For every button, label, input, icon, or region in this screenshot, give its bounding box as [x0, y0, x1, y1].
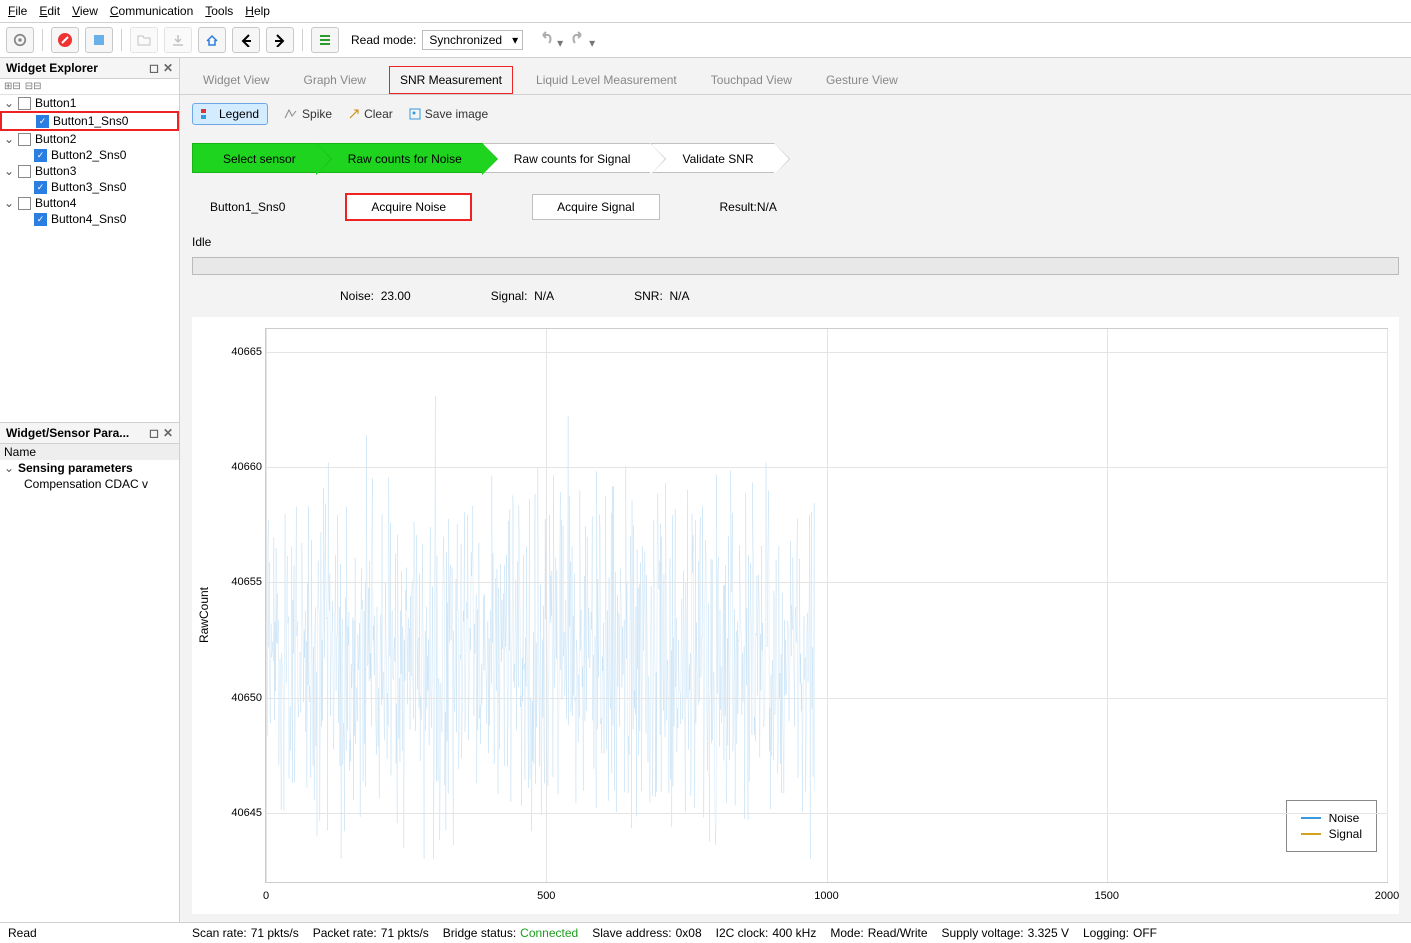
tree-item[interactable]: ⌄Button1 — [0, 95, 179, 111]
menu-view[interactable]: View — [72, 4, 98, 18]
undo-icon[interactable]: ▾ — [535, 31, 563, 50]
panel-close-icon[interactable]: ✕ — [163, 61, 173, 75]
import-arrow-icon[interactable] — [232, 27, 260, 53]
view-tabs: Widget View Graph View SNR Measurement Liqu… — [180, 58, 1411, 95]
tab-gesture-view[interactable]: Gesture View — [815, 66, 909, 94]
acquire-signal-button[interactable]: Acquire Signal — [532, 194, 659, 220]
settings-gear-icon[interactable] — [6, 27, 34, 53]
main-content: Widget View Graph View SNR Measurement Liqu… — [180, 58, 1411, 922]
grid-row[interactable]: Compensation CDAC v — [0, 476, 179, 492]
tab-graph-view[interactable]: Graph View — [292, 66, 376, 94]
grid-group[interactable]: ⌄Sensing parameters — [0, 460, 179, 476]
collapse-all-icon[interactable]: ⊟⊟ — [25, 81, 42, 92]
wizard-steps: Select sensorRaw counts for NoiseRaw cou… — [180, 133, 1411, 183]
export-arrow-icon[interactable] — [266, 27, 294, 53]
download-icon[interactable] — [164, 27, 192, 53]
menu-help[interactable]: Help — [245, 4, 270, 18]
wizard-step[interactable]: Validate SNR — [651, 143, 774, 173]
panel-pin-icon[interactable]: ◻ — [149, 61, 159, 75]
chart-toolbar: Legend Spike Clear Save image — [180, 95, 1411, 133]
sensor-params-grid[interactable]: Name ⌄Sensing parameters Compensation CD… — [0, 444, 179, 922]
slave-address: Slave address:0x08 — [592, 926, 701, 940]
bridge-status: Bridge status:Connected — [443, 926, 578, 940]
tab-snr-measurement[interactable]: SNR Measurement — [389, 66, 513, 94]
folder-open-icon[interactable] — [130, 27, 158, 53]
clear-button[interactable]: Clear — [348, 107, 393, 121]
tree-item-child[interactable]: ✓Button3_Sns0 — [0, 179, 179, 195]
widget-tree[interactable]: ⌄Button1✓Button1_Sns0⌄Button2✓Button2_Sn… — [0, 95, 179, 423]
expand-all-icon[interactable]: ⊞⊟ — [4, 81, 21, 92]
tree-item[interactable]: ⌄Button2 — [0, 131, 179, 147]
status-text: Idle — [180, 231, 1411, 253]
chart-area: RawCount Noise Signal 406454065040655406… — [192, 317, 1399, 914]
grid-header: Name — [0, 444, 179, 460]
logging: Logging:OFF — [1083, 926, 1157, 940]
wizard-step[interactable]: Raw counts for Noise — [317, 143, 483, 173]
metrics-row: Noise: 23.00 Signal: N/A SNR: N/A — [180, 279, 1411, 313]
widget-explorer-header: Widget Explorer ◻✕ — [0, 58, 179, 79]
i2c-clock: I2C clock:400 kHz — [716, 926, 817, 940]
spike-toggle[interactable]: Spike — [284, 107, 332, 121]
readmode-label: Read mode: — [351, 33, 416, 47]
scan-rate: Scan rate:71 pkts/s — [192, 926, 299, 940]
mode: Mode:Read/Write — [830, 926, 927, 940]
progress-bar — [192, 257, 1399, 275]
supply-voltage: Supply voltage:3.325 V — [942, 926, 1069, 940]
tree-item[interactable]: ⌄Button4 — [0, 195, 179, 211]
menu-file[interactable]: File — [8, 4, 27, 18]
panel-pin-icon[interactable]: ◻ — [149, 426, 159, 440]
menu-tools[interactable]: Tools — [205, 4, 233, 18]
panel-close-icon[interactable]: ✕ — [163, 426, 173, 440]
list-view-icon[interactable] — [311, 27, 339, 53]
plot[interactable]: Noise Signal 406454065040655406604066505… — [265, 328, 1388, 883]
left-sidebar: Widget Explorer ◻✕ ⊞⊟⊟⊟ ⌄Button1✓Button1… — [0, 58, 180, 922]
record-icon[interactable] — [85, 27, 113, 53]
sensor-params-header: Widget/Sensor Para... ◻✕ — [0, 423, 179, 444]
packet-rate: Packet rate:71 pkts/s — [313, 926, 429, 940]
stop-icon[interactable] — [51, 27, 79, 53]
wizard-step[interactable]: Raw counts for Signal — [483, 143, 652, 173]
home-up-icon[interactable] — [198, 27, 226, 53]
tab-widget-view[interactable]: Widget View — [192, 66, 280, 94]
result-text: Result:N/A — [720, 200, 777, 214]
menu-communication[interactable]: Communication — [110, 4, 193, 18]
tree-item-child[interactable]: ✓Button4_Sns0 — [0, 211, 179, 227]
chart-legend: Noise Signal — [1286, 800, 1377, 852]
tab-liquid-level-measurement[interactable]: Liquid Level Measurement — [525, 66, 688, 94]
main-toolbar: Read mode: Synchronized ▾ ▾ ▾ — [0, 23, 1411, 58]
control-row: Button1_Sns0 Acquire Noise Acquire Signa… — [180, 183, 1411, 231]
tree-item-child[interactable]: ✓Button1_Sns0 — [0, 111, 179, 131]
tab-touchpad-view[interactable]: Touchpad View — [700, 66, 803, 94]
tree-item-child[interactable]: ✓Button2_Sns0 — [0, 147, 179, 163]
legend-toggle[interactable]: Legend — [192, 103, 268, 125]
selected-sensor-label: Button1_Sns0 — [210, 200, 285, 214]
menubar: File Edit View Communication Tools Help — [0, 0, 1411, 23]
status-read: Read — [8, 926, 178, 940]
menu-edit[interactable]: Edit — [39, 4, 60, 18]
wizard-step[interactable]: Select sensor — [192, 143, 317, 173]
redo-icon[interactable]: ▾ — [567, 31, 595, 50]
save-image-button[interactable]: Save image — [409, 107, 488, 121]
acquire-noise-button[interactable]: Acquire Noise — [345, 193, 472, 221]
tree-item[interactable]: ⌄Button3 — [0, 163, 179, 179]
y-axis-label: RawCount — [193, 587, 215, 643]
statusbar: Read Scan rate:71 pkts/s Packet rate:71 … — [0, 922, 1411, 943]
readmode-select[interactable]: Synchronized ▾ — [422, 30, 523, 50]
